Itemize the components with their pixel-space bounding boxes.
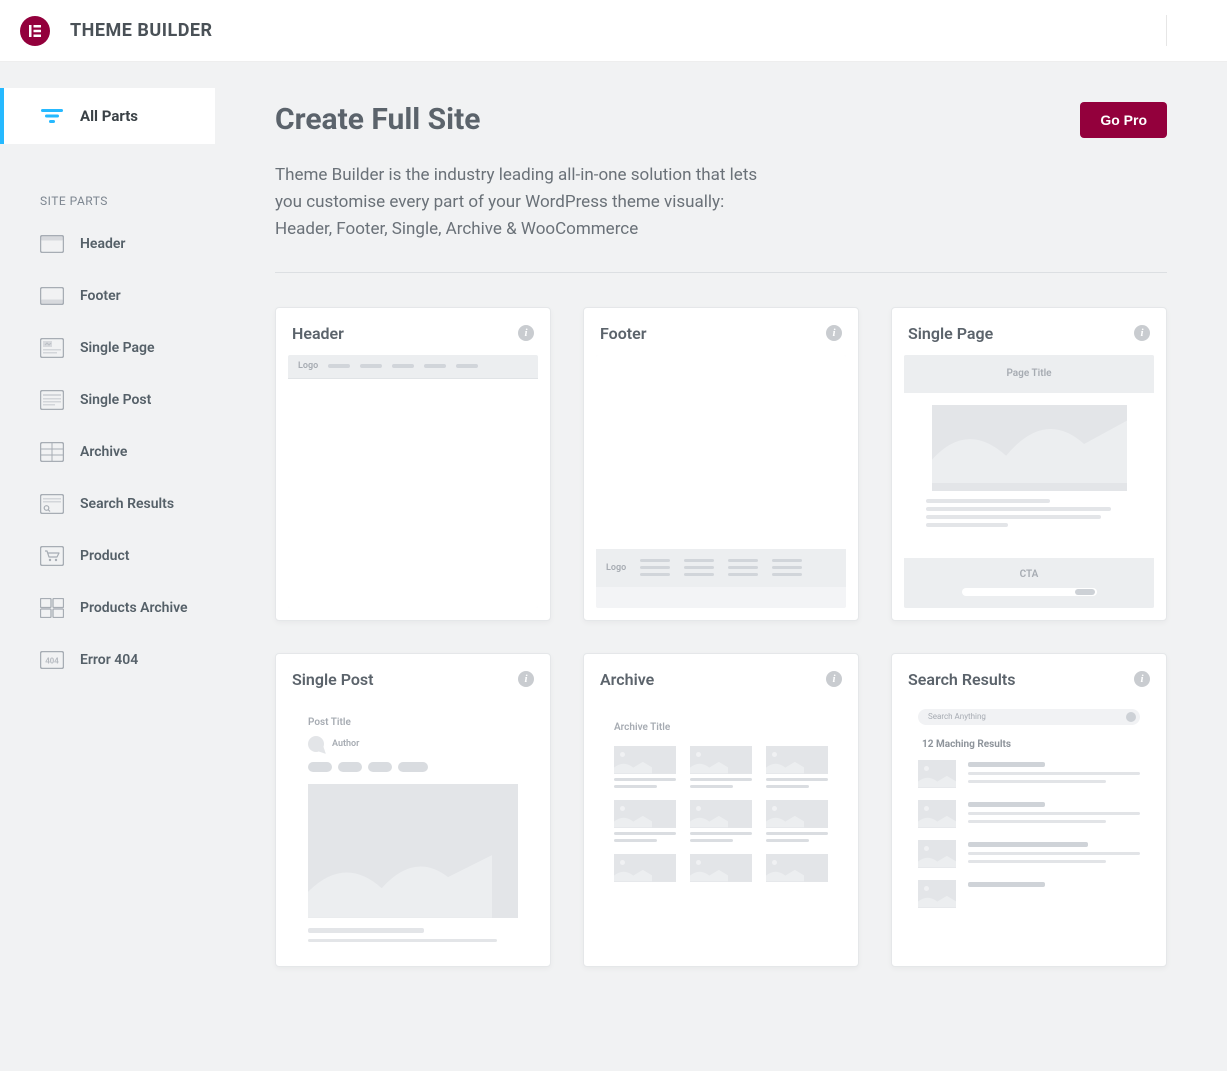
sidebar-item-label: Error 404	[80, 652, 138, 669]
sidebar-item-label: Footer	[80, 288, 121, 305]
mock-author: Author	[332, 739, 359, 749]
sidebar-item-error-404[interactable]: 404 Error 404	[0, 634, 215, 686]
card-title: Footer	[600, 324, 646, 343]
info-icon[interactable]	[826, 325, 842, 341]
search-results-icon	[40, 494, 64, 514]
sidebar-item-label: Archive	[80, 444, 127, 461]
sidebar-item-single-post[interactable]: Single Post	[0, 374, 215, 426]
info-icon[interactable]	[826, 671, 842, 687]
card-archive[interactable]: Archive Archive Title	[583, 653, 859, 967]
footer-icon	[40, 286, 64, 306]
footer-mock: Logo	[596, 355, 846, 608]
sidebar-item-product[interactable]: Product	[0, 530, 215, 582]
card-title: Search Results	[908, 670, 1016, 689]
elementor-glyph-icon	[28, 24, 42, 38]
mock-results-count: 12 Maching Results	[922, 739, 1136, 750]
card-title: Header	[292, 324, 344, 343]
sidebar-item-label: Header	[80, 236, 125, 253]
card-single-page[interactable]: Single Page Page Title	[891, 307, 1167, 621]
product-icon	[40, 546, 64, 566]
single-page-mock: Page Title	[904, 355, 1154, 608]
mock-page-title: Page Title	[1006, 368, 1051, 379]
header-icon	[40, 234, 64, 254]
single-page-icon	[40, 338, 64, 358]
page-description: Theme Builder is the industry leading al…	[275, 162, 775, 244]
products-archive-icon	[40, 598, 64, 618]
sidebar-item-search-results[interactable]: Search Results	[0, 478, 215, 530]
sidebar-item-header[interactable]: Header	[0, 218, 215, 270]
mock-post-title: Post Title	[308, 717, 518, 728]
card-search-results[interactable]: Search Results Search Anything 12 Machin…	[891, 653, 1167, 967]
sidebar-item-archive[interactable]: Archive	[0, 426, 215, 478]
archive-icon	[40, 442, 64, 462]
error-404-icon: 404	[40, 650, 64, 670]
mock-search-placeholder: Search Anything	[928, 712, 986, 721]
card-title: Archive	[600, 670, 654, 689]
card-title: Single Page	[908, 324, 993, 343]
mock-archive-title: Archive Title	[614, 722, 670, 733]
info-icon[interactable]	[1134, 671, 1150, 687]
cards-grid: Header Logo Footer	[275, 307, 1167, 967]
sidebar-item-label: Products Archive	[80, 600, 188, 617]
info-icon[interactable]	[1134, 325, 1150, 341]
mock-logo-text: Logo	[606, 563, 626, 573]
single-post-mock: Post Title Author	[288, 701, 538, 954]
sidebar-item-single-page[interactable]: Single Page	[0, 322, 215, 374]
header-mock: Logo	[288, 355, 538, 608]
info-icon[interactable]	[518, 325, 534, 341]
card-footer[interactable]: Footer Logo	[583, 307, 859, 621]
topbar-divider	[1166, 15, 1167, 46]
go-pro-button[interactable]: Go Pro	[1080, 102, 1167, 138]
sidebar-item-footer[interactable]: Footer	[0, 270, 215, 322]
filter-icon	[40, 106, 64, 126]
sidebar: All Parts SITE PARTS Header Footer Singl…	[0, 62, 215, 1071]
elementor-logo-icon	[20, 16, 50, 46]
sidebar-item-label: Single Post	[80, 392, 151, 409]
card-header[interactable]: Header Logo	[275, 307, 551, 621]
card-single-post[interactable]: Single Post Post Title Author	[275, 653, 551, 967]
sidebar-item-all-parts[interactable]: All Parts	[0, 88, 215, 144]
sidebar-item-products-archive[interactable]: Products Archive	[0, 582, 215, 634]
mock-logo-text: Logo	[298, 361, 318, 371]
app-title: THEME BUILDER	[70, 20, 213, 41]
sidebar-item-label: Product	[80, 548, 129, 565]
page-title: Create Full Site	[275, 102, 480, 137]
search-results-mock: Search Anything 12 Maching Results	[904, 701, 1154, 954]
main-content: Create Full Site Go Pro Theme Builder is…	[215, 62, 1227, 1071]
divider	[275, 272, 1167, 273]
sidebar-item-label: Single Page	[80, 340, 155, 357]
single-post-icon	[40, 390, 64, 410]
sidebar-item-label: All Parts	[80, 107, 138, 125]
card-title: Single Post	[292, 670, 374, 689]
mock-cta: CTA	[1020, 569, 1039, 580]
top-bar: THEME BUILDER	[0, 0, 1227, 62]
sidebar-item-label: Search Results	[80, 496, 174, 513]
info-icon[interactable]	[518, 671, 534, 687]
archive-mock: Archive Title	[596, 701, 846, 954]
sidebar-section-label: SITE PARTS	[0, 174, 215, 218]
svg-text:404: 404	[45, 657, 59, 666]
